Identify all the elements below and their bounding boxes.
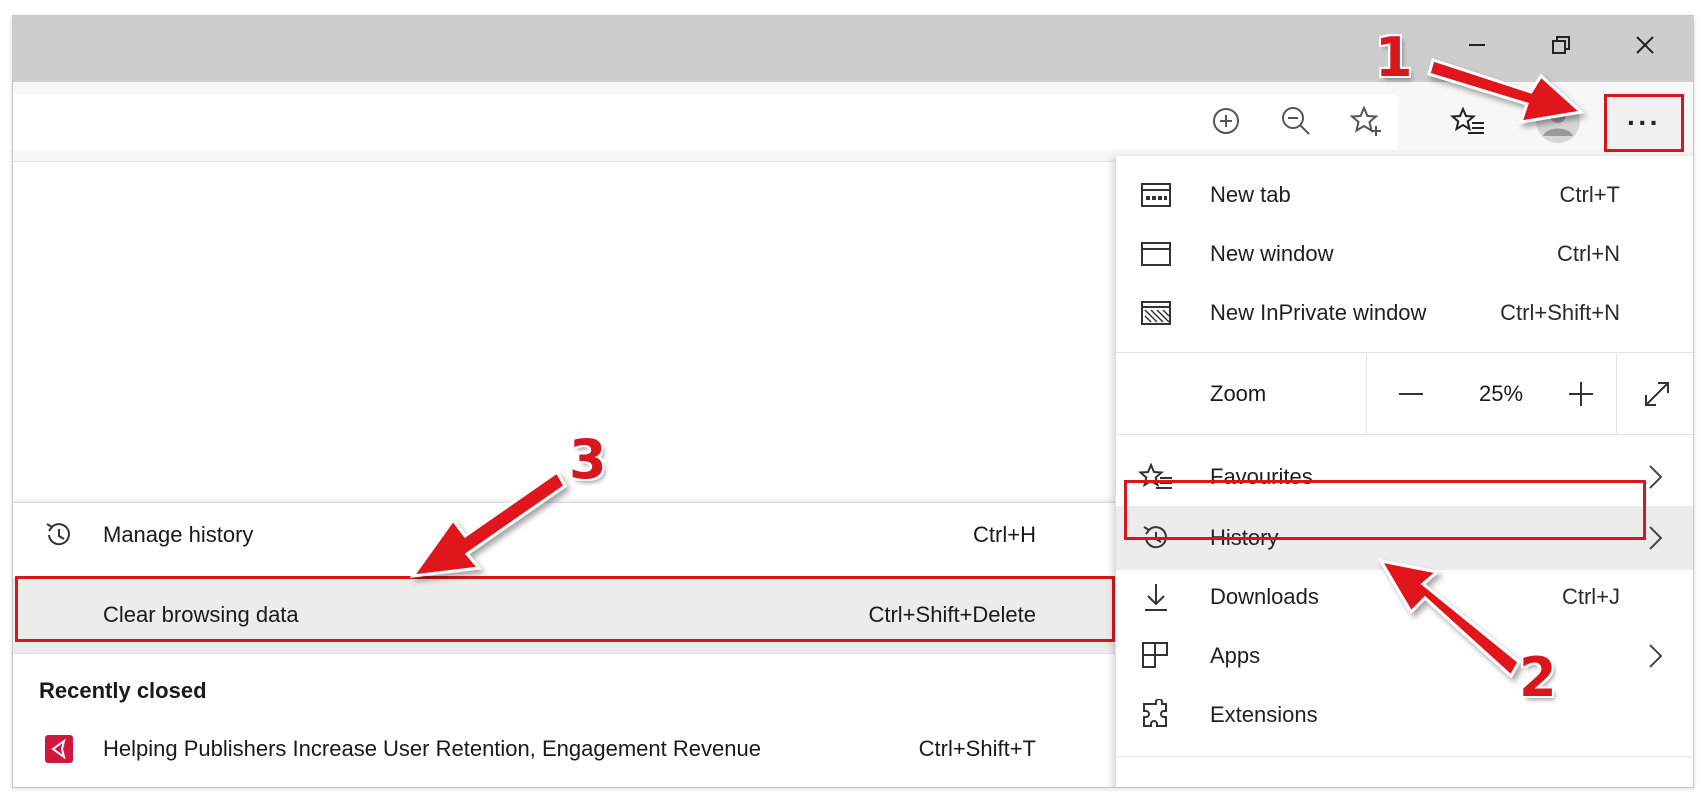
arrow-1 <box>1427 58 1585 124</box>
browser-window: ··· Manage history Ctrl+H Clear browsing… <box>12 15 1694 788</box>
arrow-3 <box>409 469 567 578</box>
step-2-label: 2 <box>1519 646 1557 709</box>
arrow-2 <box>1378 558 1521 679</box>
step-3-label: 3 <box>569 428 607 491</box>
step-1-label: 1 <box>1375 26 1413 89</box>
annotation-overlay <box>409 58 1585 679</box>
